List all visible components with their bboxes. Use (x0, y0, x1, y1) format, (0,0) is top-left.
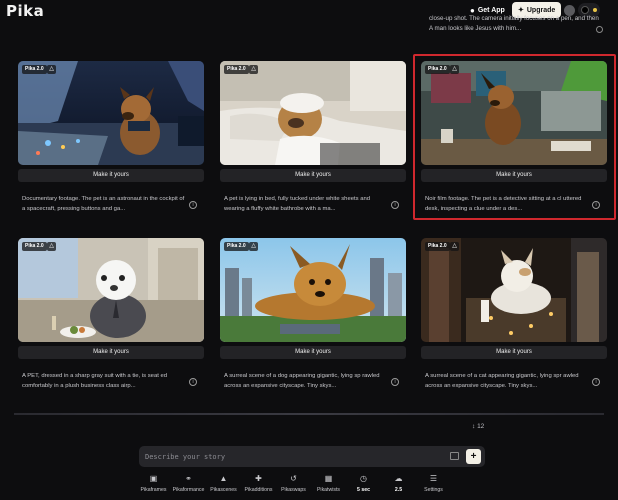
tool-settings[interactable]: ☰ Settings (416, 472, 451, 498)
card-description: A surreal scene of a dog appearing gigan… (224, 373, 380, 389)
upgrade-label: Upgrade (526, 6, 556, 14)
pika-logo[interactable]: Pika (6, 2, 44, 20)
story-input[interactable] (145, 449, 435, 464)
share-icon[interactable]: △ (249, 242, 258, 251)
card-description: A pet is lying in bed, fully tucked unde… (224, 196, 371, 212)
tool-pikadditions[interactable]: ✚ Pikadditions (241, 472, 276, 498)
previous-card-description: close-up shot. The camera initially focu… (429, 15, 599, 32)
model-badge: Pika 2.0 (22, 242, 47, 251)
info-icon[interactable]: i (391, 378, 399, 386)
count-value: 12 (477, 423, 485, 430)
model-icon: ☁ (394, 474, 403, 483)
make-it-yours-button[interactable]: Make it yours (421, 346, 607, 359)
tool-bar: ▣ Pikaframes ⚭ Pikaformance ▲ Pikascenes… (136, 472, 451, 498)
card-description: A PET, dressed in a sharp gray suit with… (22, 373, 168, 389)
tool-pikaswaps[interactable]: ↺ Pikaswaps (276, 472, 311, 498)
frames-icon: ▣ (149, 474, 158, 483)
coin-icon (593, 8, 597, 12)
make-it-yours-button[interactable]: Make it yours (220, 346, 406, 359)
tool-duration[interactable]: ◷ 5 sec (346, 472, 381, 498)
video-thumbnail[interactable]: Pika 2.0 △ (220, 238, 406, 342)
image-upload-icon[interactable] (450, 452, 459, 460)
tool-pikatwists[interactable]: ▦ Pikatwists (311, 472, 346, 498)
tool-label: Settings (424, 487, 443, 493)
additions-icon: ✚ (255, 474, 262, 483)
share-icon[interactable]: △ (249, 65, 258, 74)
generate-plus-button[interactable]: + (466, 449, 481, 464)
tool-pikascenes[interactable]: ▲ Pikascenes (206, 472, 241, 498)
info-icon[interactable]: i (189, 378, 197, 386)
video-thumbnail[interactable]: Pika 2.0 △ (220, 61, 406, 165)
video-thumbnail[interactable]: Pika 2.0 △ (421, 238, 607, 342)
make-it-yours-button[interactable]: Make it yours (18, 346, 204, 359)
account-dot (581, 6, 589, 14)
card-description: Documentary footage. The pet is an astro… (22, 196, 185, 212)
model-badge: Pika 2.0 (224, 65, 249, 74)
get-app-label: Get App (477, 7, 505, 14)
share-icon[interactable]: △ (450, 242, 459, 251)
clock-icon: ◷ (360, 474, 367, 483)
selection-highlight (413, 54, 616, 220)
info-icon[interactable]: i (391, 201, 399, 209)
tool-pikaframes[interactable]: ▣ Pikaframes (136, 472, 171, 498)
count-indicator: ↕ 12 (472, 423, 484, 430)
scenes-icon: ▲ (219, 474, 228, 483)
info-icon[interactable]: i (592, 378, 600, 386)
performance-icon: ⚭ (185, 474, 192, 483)
prompt-bar: + (139, 446, 485, 467)
video-thumbnail[interactable]: Pika 2.0 △ (18, 238, 204, 342)
arrow-down-icon: ↕ (472, 423, 476, 430)
model-badge: Pika 2.0 (22, 65, 47, 74)
scroll-divider (14, 413, 604, 415)
model-badge: Pika 2.0 (425, 242, 450, 251)
twists-icon: ▦ (324, 474, 333, 483)
info-icon[interactable] (596, 26, 603, 33)
share-icon[interactable]: △ (47, 242, 56, 251)
tool-model[interactable]: ☁ 2.5 (381, 472, 416, 498)
make-it-yours-button[interactable]: Make it yours (220, 169, 406, 182)
make-it-yours-button[interactable]: Make it yours (18, 169, 204, 182)
settings-icon: ☰ (429, 474, 438, 483)
share-icon[interactable]: △ (47, 65, 56, 74)
swaps-icon: ↺ (290, 474, 297, 483)
card-description: A surreal scene of a cat appearing gigan… (425, 373, 579, 389)
video-thumbnail[interactable]: Pika 2.0 △ (18, 61, 204, 165)
info-icon[interactable]: i (189, 201, 197, 209)
tool-pikaformance[interactable]: ⚭ Pikaformance (171, 472, 206, 498)
model-badge: Pika 2.0 (224, 242, 249, 251)
sparkle-icon: ✦ (518, 7, 524, 14)
